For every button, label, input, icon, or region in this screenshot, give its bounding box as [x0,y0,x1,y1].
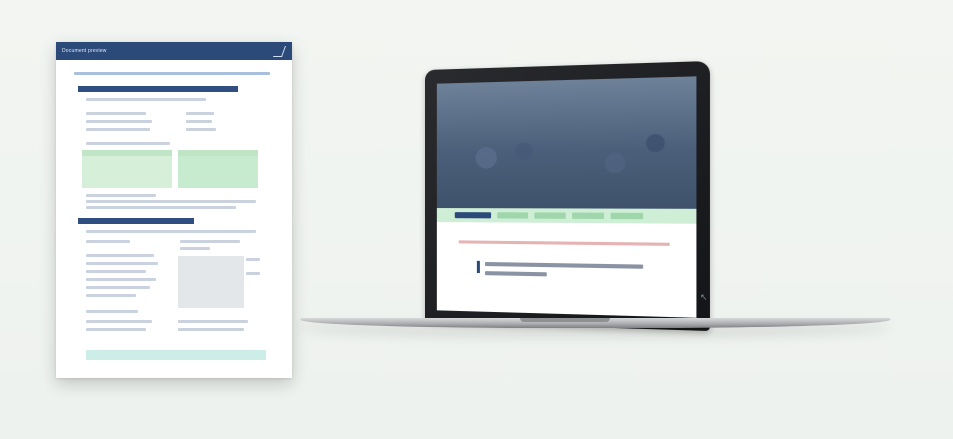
nav-bar [436,208,697,224]
doc-text-line [86,194,156,197]
doc-text-line [186,128,216,131]
cursor-icon: ↖ [700,292,708,302]
laptop-screen [436,76,697,318]
doc-text-line [180,247,210,250]
doc-text-line [86,230,256,233]
document-header: Document preview [56,42,292,60]
doc-text-line [86,262,158,265]
hero-title [499,137,625,149]
doc-subheading-line [86,98,206,101]
quote-marker [476,260,480,274]
content-divider [458,240,670,246]
doc-gray-block [178,256,244,308]
quote-text-line [484,271,547,277]
stage: Document preview ↖ [0,0,953,439]
doc-text-line [86,206,236,209]
document-preview: Document preview [56,42,292,378]
doc-text-line [246,272,260,275]
doc-highlight-strip [82,150,172,156]
doc-section-bar [78,218,194,224]
doc-text-line [86,128,150,131]
doc-text-line [86,328,146,331]
doc-text-line [86,112,146,115]
doc-text-line [178,320,248,323]
doc-text-line [178,328,244,331]
chevron-icon [272,46,287,57]
doc-text-line [246,258,260,261]
doc-text-line [86,200,256,203]
doc-text-line [86,254,154,257]
doc-section-bar [78,86,238,92]
doc-text-line [86,320,152,323]
doc-text-line [86,142,170,145]
doc-text-line [86,278,156,281]
doc-text-line [186,112,214,115]
nav-tab[interactable] [610,212,644,220]
doc-text-line [86,240,130,243]
nav-tab[interactable] [572,212,605,219]
doc-highlight-strip [178,150,258,156]
nav-tab[interactable] [534,212,566,219]
doc-text-line [86,270,146,273]
doc-text-line [86,120,152,123]
quote-text-line [484,261,644,269]
doc-text-line [186,120,212,123]
laptop-lid [425,60,710,332]
laptop-notch [520,318,610,322]
doc-text-line [180,240,240,243]
doc-intro-line [74,72,270,75]
nav-tab[interactable] [497,212,529,219]
doc-text-line [86,310,138,313]
document-title: Document preview [62,48,107,54]
doc-text-line [86,294,136,297]
doc-text-line [86,286,150,289]
doc-footer-band [86,350,266,360]
nav-tab-active[interactable] [454,212,492,219]
